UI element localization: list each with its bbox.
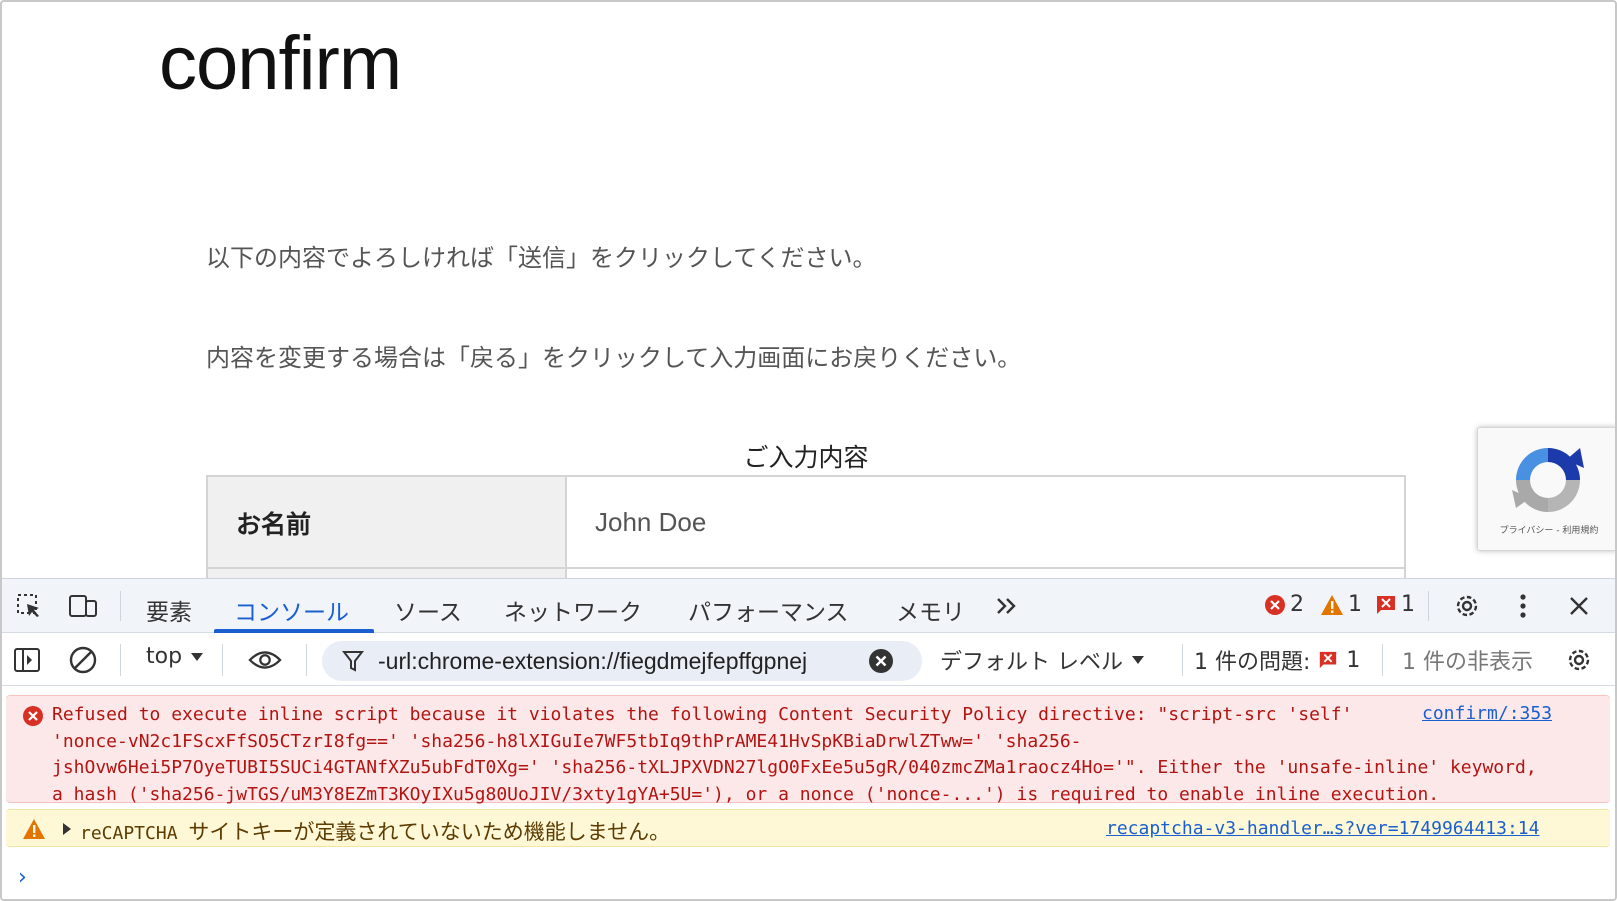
toolbar-divider (120, 591, 121, 621)
toolbar-divider (1428, 591, 1429, 621)
warning-triangle-icon (1321, 594, 1343, 615)
warning-body: サイトキーが定義されていないため機能しません。 (188, 820, 671, 844)
tab-sources[interactable]: ソース (394, 593, 462, 627)
browser-viewport: confirm 以下の内容でよろしければ「送信」をクリックしてください。 内容を… (0, 0, 1617, 901)
console-error-message[interactable]: Refused to execute inline script because… (6, 695, 1610, 805)
tab-console[interactable]: コンソール (234, 593, 349, 627)
tab-performance[interactable]: パフォーマンス (688, 593, 849, 627)
devtools-tab-bar: 要素 コンソール ソース ネットワーク パフォーマンス メモリ 2 1 1 (2, 579, 1615, 633)
inspect-element-icon[interactable] (12, 589, 46, 623)
warning-text: reCAPTCHA サイトキーが定義されていないため機能しません。 (80, 816, 670, 846)
warning-count[interactable]: 1 (1320, 592, 1362, 617)
devtools-panel: 要素 コンソール ソース ネットワーク パフォーマンス メモリ 2 1 1 to… (2, 578, 1615, 899)
dropdown-arrow-icon (191, 652, 204, 661)
issue-count[interactable]: 1 (1375, 592, 1415, 617)
filter-funnel-icon (342, 651, 364, 672)
context-selector[interactable]: top (146, 644, 204, 669)
console-settings-gear-icon[interactable] (1562, 643, 1596, 677)
log-level-selector[interactable]: デフォルト レベル (940, 644, 1145, 676)
issues-link[interactable]: 1 件の問題: 1 (1194, 644, 1360, 676)
filter-value[interactable]: -url:chrome-extension://fiegdmejfepffgpn… (378, 648, 868, 675)
error-circle-icon (1265, 594, 1285, 615)
clear-console-icon[interactable] (66, 643, 100, 677)
warning-count-value: 1 (1348, 592, 1362, 617)
live-expression-eye-icon[interactable] (248, 643, 282, 677)
recaptcha-badge[interactable]: プライバシー - 利用規約 (1477, 427, 1615, 551)
table-caption: ご入力内容 (743, 443, 869, 472)
issue-flag-icon (1320, 651, 1337, 669)
device-toolbar-icon[interactable] (66, 589, 100, 623)
toolbar-divider (1182, 644, 1183, 676)
row-label-name: お名前 (208, 477, 567, 567)
sidebar-toggle-icon[interactable] (10, 643, 44, 677)
tab-network[interactable]: ネットワーク (504, 593, 642, 627)
toolbar-divider (222, 644, 223, 676)
error-count-value: 2 (1290, 592, 1304, 617)
clear-filter-icon[interactable] (868, 648, 894, 674)
error-circle-icon (23, 706, 43, 726)
recaptcha-privacy-terms[interactable]: プライバシー - 利用規約 (1478, 523, 1615, 536)
tab-memory[interactable]: メモリ (896, 593, 965, 627)
warning-prefix: reCAPTCHA (80, 823, 178, 844)
dropdown-arrow-icon (1132, 656, 1144, 664)
console-prompt[interactable]: › (18, 865, 27, 890)
error-source-link[interactable]: confirm/:353 (1422, 703, 1552, 724)
filter-input[interactable]: -url:chrome-extension://fiegdmejfepffgpn… (322, 641, 922, 681)
warning-triangle-icon (23, 819, 45, 839)
issues-count: 1 (1346, 647, 1361, 673)
table-row: お名前 John Doe (208, 477, 1404, 569)
tab-elements[interactable]: 要素 (146, 593, 192, 627)
issue-count-value: 1 (1401, 592, 1415, 617)
more-options-icon[interactable] (1506, 589, 1540, 623)
active-tab-indicator (214, 629, 374, 633)
hidden-count: 1 件の非表示 (1402, 650, 1533, 675)
expand-triangle-icon[interactable] (62, 822, 72, 836)
double-chevron-icon[interactable] (990, 589, 1024, 623)
error-text: Refused to execute inline script because… (52, 704, 1537, 805)
error-count[interactable]: 2 (1264, 592, 1304, 617)
toolbar-divider (306, 644, 307, 676)
issue-flag-icon (1377, 595, 1395, 614)
close-devtools-icon[interactable] (1562, 589, 1596, 623)
issues-label: 1 件の問題: (1194, 650, 1311, 675)
row-value-name: John Doe (595, 507, 707, 537)
recaptcha-logo-icon (1512, 448, 1584, 512)
log-level-value: デフォルト レベル (940, 650, 1123, 675)
toolbar-divider (1382, 644, 1383, 676)
instruction-back: 内容を変更する場合は「戻る」をクリックして入力画面にお戻りください。 (206, 344, 1022, 372)
toolbar-divider (120, 644, 121, 676)
settings-gear-icon[interactable] (1450, 589, 1484, 623)
warning-source-link[interactable]: recaptcha-v3-handler…s?ver=1749964413:14 (1106, 818, 1539, 839)
console-warning-message[interactable]: reCAPTCHA サイトキーが定義されていないため機能しません。 recapt… (6, 809, 1610, 847)
page-title: confirm (159, 21, 402, 106)
context-value: top (146, 644, 183, 669)
instruction-send: 以下の内容でよろしければ「送信」をクリックしてください。 (206, 244, 877, 272)
console-toolbar: top -url:chrome-extension://fiegdmejfepf… (2, 634, 1615, 686)
